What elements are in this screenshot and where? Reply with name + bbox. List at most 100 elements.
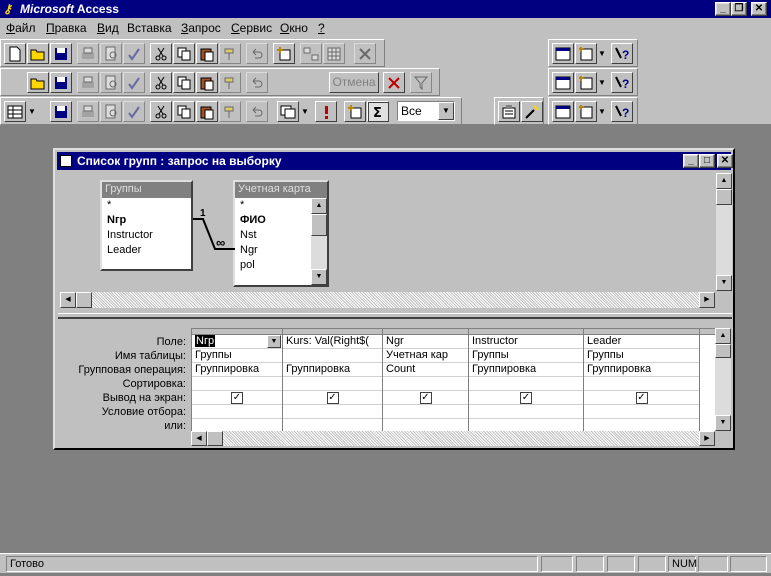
field-item[interactable]: Nгр (102, 213, 191, 228)
save-icon[interactable] (50, 43, 72, 64)
scroll-right-icon[interactable]: ▶ (699, 431, 715, 446)
new-object-menu-icon-3[interactable] (575, 101, 597, 122)
table-box-scrollbar[interactable]: ▲ ▼ (311, 198, 327, 285)
database-window-icon[interactable] (552, 43, 574, 64)
criteria-cell[interactable] (584, 405, 699, 419)
table-box-title[interactable]: Группы (102, 182, 191, 198)
new-object-icon[interactable] (273, 43, 295, 64)
field-item[interactable]: Instructor (102, 228, 191, 243)
undo-icon[interactable] (246, 43, 268, 64)
or-cell[interactable] (192, 419, 282, 431)
field-item[interactable]: Leader (102, 243, 191, 258)
grid-column[interactable]: Leader Группы Группировка ✓ (583, 329, 699, 431)
scroll-thumb[interactable] (716, 189, 732, 205)
diagram-horizontal-scrollbar[interactable]: ◀ ▶ (60, 292, 715, 308)
scroll-down-icon[interactable]: ▼ (311, 269, 327, 285)
run-icon[interactable] (315, 101, 337, 122)
field-cell[interactable]: Instructor (469, 335, 583, 349)
spelling-icon-2[interactable] (123, 72, 145, 93)
table-box-groups[interactable]: Группы * Nгр Instructor Leader (100, 180, 193, 271)
remove-filter-icon[interactable] (383, 72, 405, 93)
menu-edit[interactable]: Правка (46, 21, 87, 35)
pane-splitter[interactable] (58, 313, 732, 319)
total-cell[interactable]: Группировка (469, 363, 583, 377)
analyze-icon[interactable] (323, 43, 345, 64)
help-icon-3[interactable]: ? (611, 101, 633, 122)
field-item[interactable]: * (102, 198, 191, 213)
table-cell[interactable]: Группы (469, 349, 583, 363)
copy-icon[interactable] (173, 43, 195, 64)
show-checkbox[interactable]: ✓ (520, 392, 532, 404)
menu-insert[interactable]: Вставка (127, 21, 172, 35)
filter-icon[interactable] (410, 72, 432, 93)
format-painter-icon-3[interactable] (219, 101, 241, 122)
field-dropdown-icon[interactable]: ▼ (267, 335, 281, 348)
spelling-icon[interactable] (123, 43, 145, 64)
query-type-dropdown-icon[interactable]: ▼ (300, 101, 310, 122)
top-values-dropdown-icon[interactable]: ▼ (438, 102, 454, 120)
new-object-dropdown-icon-2[interactable]: ▼ (597, 72, 607, 93)
field-cell[interactable]: Kurs: Val(Right$( (283, 335, 382, 349)
grid-horizontal-scrollbar[interactable]: ◀ ▶ (191, 431, 715, 446)
grid-column[interactable]: Instructor Группы Группировка ✓ (468, 329, 583, 431)
menu-help[interactable]: ? (318, 21, 325, 35)
menu-view[interactable]: Вид (97, 21, 119, 35)
print-icon-3[interactable] (77, 101, 99, 122)
scroll-right-icon[interactable]: ▶ (699, 292, 715, 308)
criteria-cell[interactable] (192, 405, 282, 419)
grid-column-empty[interactable] (699, 329, 715, 431)
or-cell[interactable] (584, 419, 699, 431)
total-cell[interactable]: Группировка (192, 363, 282, 377)
qbe-grid[interactable]: Nгр ▼ Группы Группировка ✓ Kurs: Val(Righ… (191, 328, 715, 431)
save-icon-3[interactable] (50, 101, 72, 122)
table-box-title[interactable]: Учетная карта (235, 182, 327, 198)
field-cell[interactable]: Leader (584, 335, 699, 349)
show-checkbox[interactable]: ✓ (231, 392, 243, 404)
help-icon-2[interactable]: ? (611, 72, 633, 93)
table-cell[interactable]: Группы (584, 349, 699, 363)
grid-column[interactable]: Kurs: Val(Right$( Группировка ✓ (282, 329, 382, 431)
delete-icon[interactable] (354, 43, 376, 64)
sort-cell[interactable] (192, 377, 282, 391)
scroll-up-icon[interactable]: ▲ (715, 328, 731, 344)
scroll-left-icon[interactable]: ◀ (60, 292, 76, 308)
show-cell[interactable]: ✓ (383, 391, 468, 405)
access-key-icon[interactable]: ⚷ (3, 2, 17, 16)
table-cell[interactable]: Группы (192, 349, 282, 363)
close-button[interactable]: ✕ (751, 2, 767, 16)
print-icon-2[interactable] (77, 72, 99, 93)
sort-cell[interactable] (283, 377, 382, 391)
show-cell[interactable]: ✓ (192, 391, 282, 405)
relationships-icon[interactable] (300, 43, 322, 64)
show-cell[interactable]: ✓ (469, 391, 583, 405)
table-diagram-pane[interactable]: Группы * Nгр Instructor Leader Учетная к… (58, 171, 732, 311)
total-cell[interactable]: Группировка (584, 363, 699, 377)
menu-file[interactable]: Файл (6, 21, 36, 35)
scroll-thumb[interactable] (207, 431, 223, 446)
sort-cell[interactable] (584, 377, 699, 391)
paste-icon-3[interactable] (196, 101, 218, 122)
restore-button[interactable]: ❐ (731, 2, 747, 16)
preview-icon-3[interactable] (100, 101, 122, 122)
new-object-dropdown-icon-3[interactable]: ▼ (597, 101, 607, 122)
scroll-left-icon[interactable]: ◀ (191, 431, 207, 446)
show-cell[interactable]: ✓ (283, 391, 382, 405)
copy-icon-2[interactable] (173, 72, 195, 93)
format-painter-icon-2[interactable] (219, 72, 241, 93)
build-icon[interactable] (521, 101, 543, 122)
cut-icon-3[interactable] (150, 101, 172, 122)
show-checkbox[interactable]: ✓ (419, 392, 432, 404)
format-painter-icon[interactable] (219, 43, 241, 64)
top-values-combo[interactable]: Все ▼ (397, 101, 455, 121)
or-cell[interactable] (283, 419, 382, 431)
grid-vertical-scrollbar[interactable]: ▲ ▼ (715, 328, 731, 431)
new-object-dropdown-icon[interactable]: ▼ (597, 43, 607, 64)
scroll-thumb[interactable] (76, 292, 92, 308)
new-object-menu-icon[interactable] (575, 43, 597, 64)
criteria-cell[interactable] (283, 405, 382, 419)
preview-icon-2[interactable] (100, 72, 122, 93)
scroll-up-icon[interactable]: ▲ (311, 198, 327, 214)
view-icon[interactable] (4, 101, 26, 122)
preview-icon[interactable] (100, 43, 122, 64)
scroll-thumb[interactable] (715, 344, 731, 358)
